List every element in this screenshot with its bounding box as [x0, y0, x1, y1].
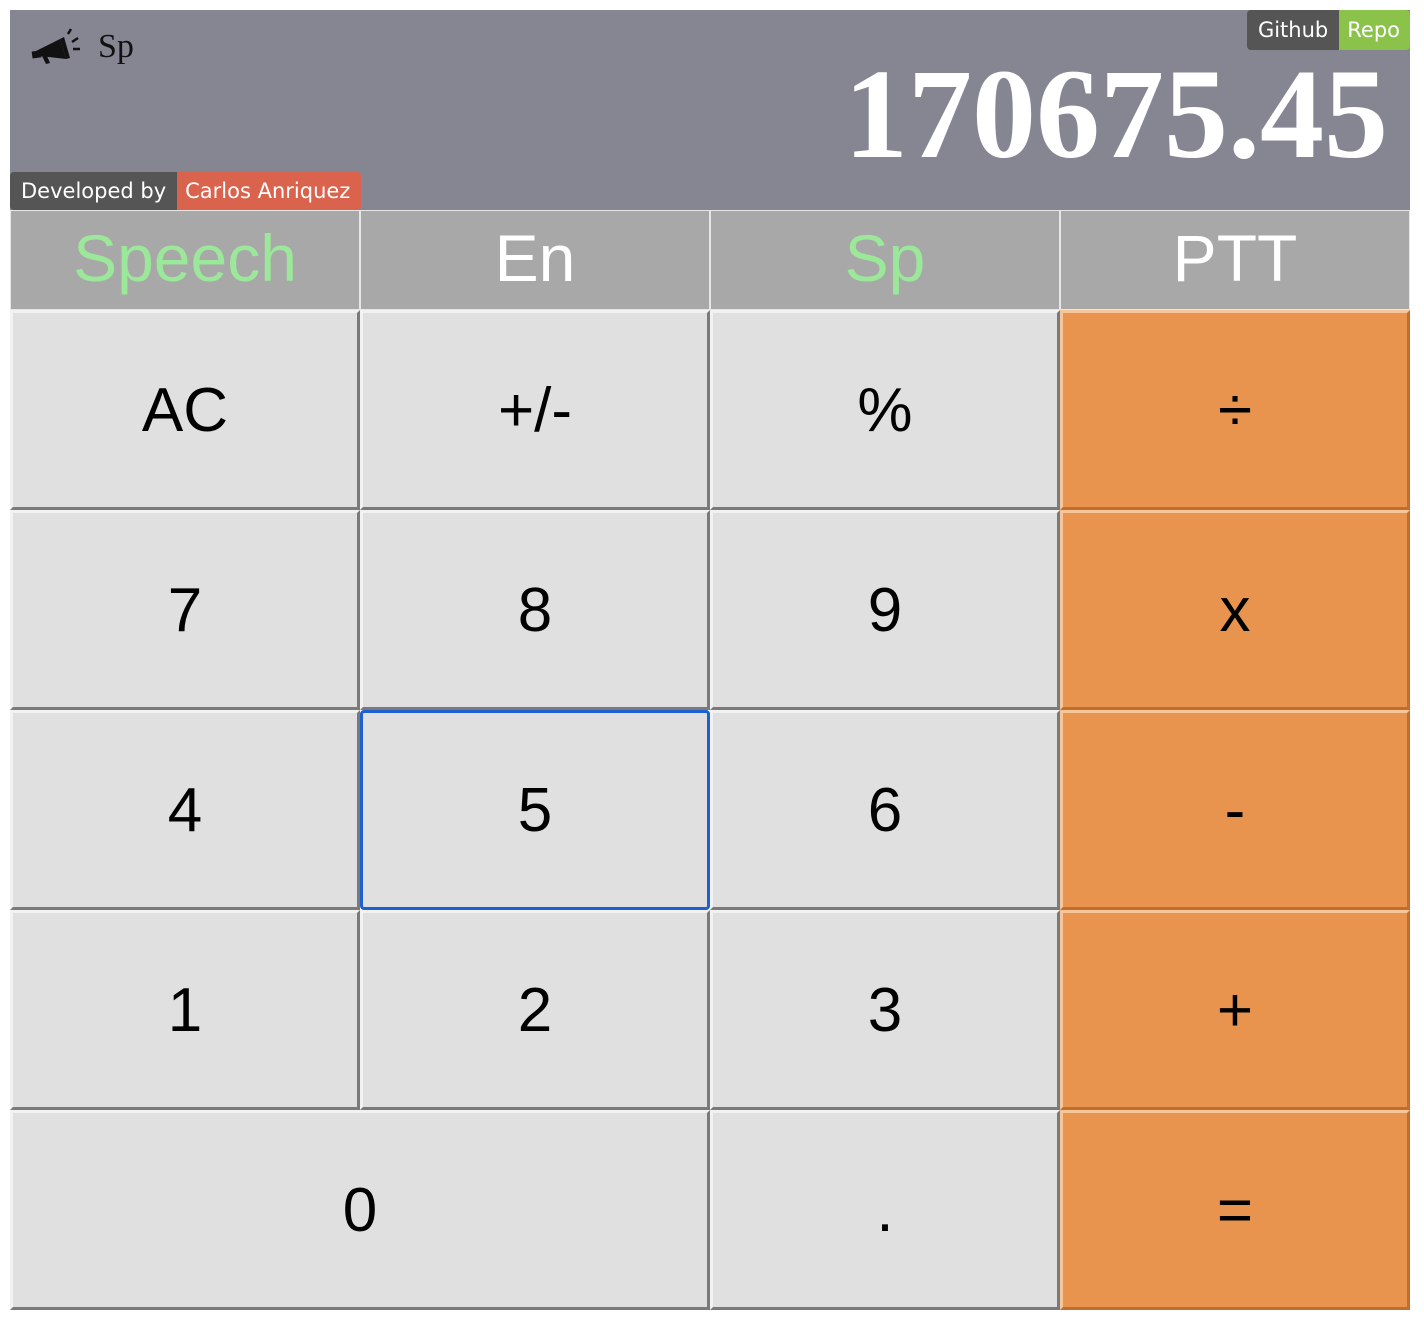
digit-2-button[interactable]: 2	[360, 910, 710, 1110]
language-indicator: Sp	[98, 28, 134, 65]
sign-toggle-button[interactable]: +/-	[360, 310, 710, 510]
developer-badge[interactable]: Developed by Carlos Anriquez	[10, 172, 362, 210]
digit-7-button[interactable]: 7	[10, 510, 360, 710]
calculator: Sp Github Repo 170675.45 Developed by Ca…	[10, 10, 1410, 1310]
divide-button[interactable]: ÷	[1060, 310, 1410, 510]
speech-toggle-button[interactable]: Speech	[10, 210, 360, 310]
equals-button[interactable]: =	[1060, 1110, 1410, 1310]
push-to-talk-button[interactable]: PTT	[1060, 210, 1410, 310]
clear-button[interactable]: AC	[10, 310, 360, 510]
percent-button[interactable]: %	[710, 310, 1060, 510]
digit-9-button[interactable]: 9	[710, 510, 1060, 710]
megaphone-icon[interactable]	[30, 26, 82, 66]
digit-0-button[interactable]: 0	[10, 1110, 710, 1310]
digit-4-button[interactable]: 4	[10, 710, 360, 910]
calculator-display: Sp Github Repo 170675.45 Developed by Ca…	[10, 10, 1410, 210]
digit-5-button[interactable]: 5	[360, 710, 710, 910]
digit-8-button[interactable]: 8	[360, 510, 710, 710]
multiply-button[interactable]: x	[1060, 510, 1410, 710]
digit-1-button[interactable]: 1	[10, 910, 360, 1110]
add-button[interactable]: +	[1060, 910, 1410, 1110]
result-display: 170675.45	[844, 43, 1388, 185]
developer-name-label: Carlos Anriquez	[177, 172, 362, 210]
keypad: AC +/- % ÷ 7 8 9 x 4 5 6 - 1 2 3 + 0 . =	[10, 310, 1410, 1310]
digit-3-button[interactable]: 3	[710, 910, 1060, 1110]
digit-6-button[interactable]: 6	[710, 710, 1060, 910]
decimal-button[interactable]: .	[710, 1110, 1060, 1310]
spanish-language-button[interactable]: Sp	[710, 210, 1060, 310]
english-language-button[interactable]: En	[360, 210, 710, 310]
speech-controls: Speech En Sp PTT	[10, 210, 1410, 310]
subtract-button[interactable]: -	[1060, 710, 1410, 910]
developed-by-label: Developed by	[10, 172, 178, 210]
